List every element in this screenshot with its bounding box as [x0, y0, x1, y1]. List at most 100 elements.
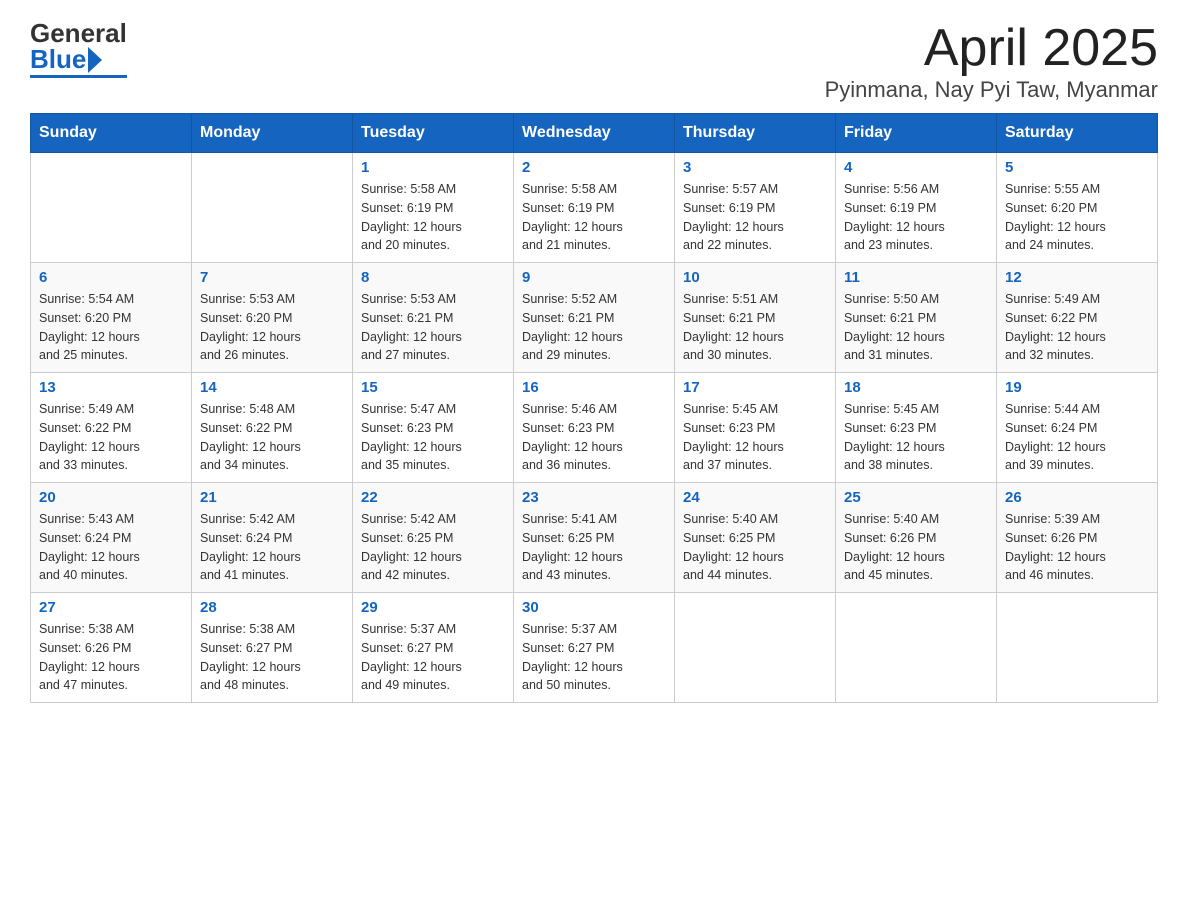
- logo-blue-text: Blue: [30, 46, 86, 72]
- day-number: 29: [361, 599, 505, 616]
- day-info: Sunrise: 5:57 AMSunset: 6:19 PMDaylight:…: [683, 180, 827, 255]
- calendar-cell: 3 Sunrise: 5:57 AMSunset: 6:19 PMDaylight…: [675, 153, 836, 263]
- day-number: 3: [683, 159, 827, 176]
- day-number: 17: [683, 379, 827, 396]
- header-cell-thursday: Thursday: [675, 114, 836, 153]
- day-info: Sunrise: 5:37 AMSunset: 6:27 PMDaylight:…: [361, 620, 505, 695]
- day-info: Sunrise: 5:38 AMSunset: 6:27 PMDaylight:…: [200, 620, 344, 695]
- calendar-cell: [192, 153, 353, 263]
- calendar-cell: 7Sunrise: 5:53 AMSunset: 6:20 PMDaylight…: [192, 263, 353, 373]
- calendar-cell: 17 Sunrise: 5:45 AMSunset: 6:23 PMDayligh…: [675, 373, 836, 483]
- header-cell-wednesday: Wednesday: [514, 114, 675, 153]
- day-number: 19: [1005, 379, 1149, 396]
- logo: General Blue: [30, 20, 127, 78]
- day-info: Sunrise: 5:48 AMSunset: 6:22 PMDaylight:…: [200, 400, 344, 475]
- day-number: 8: [361, 269, 505, 286]
- day-number: 16: [522, 379, 666, 396]
- calendar-cell: 15Sunrise: 5:47 AMSunset: 6:23 PMDayligh…: [353, 373, 514, 483]
- day-number: 4: [844, 159, 988, 176]
- calendar-cell: 9 Sunrise: 5:52 AMSunset: 6:21 PMDaylight…: [514, 263, 675, 373]
- day-info: Sunrise: 5:45 AMSunset: 6:23 PMDaylight:…: [844, 400, 988, 475]
- calendar-cell: 8 Sunrise: 5:53 AMSunset: 6:21 PMDaylight…: [353, 263, 514, 373]
- week-row-1: 1 Sunrise: 5:58 AMSunset: 6:19 PMDaylight…: [31, 153, 1158, 263]
- title-block: April 2025 Pyinmana, Nay Pyi Taw, Myanma…: [825, 20, 1158, 103]
- calendar-cell: [31, 153, 192, 263]
- calendar-cell: 26 Sunrise: 5:39 AMSunset: 6:26 PMDayligh…: [997, 483, 1158, 593]
- calendar-cell: [836, 593, 997, 703]
- calendar-cell: 11Sunrise: 5:50 AMSunset: 6:21 PMDayligh…: [836, 263, 997, 373]
- calendar-cell: 13 Sunrise: 5:49 AMSunset: 6:22 PMDayligh…: [31, 373, 192, 483]
- calendar-subtitle: Pyinmana, Nay Pyi Taw, Myanmar: [825, 77, 1158, 103]
- header-cell-saturday: Saturday: [997, 114, 1158, 153]
- day-info: Sunrise: 5:39 AMSunset: 6:26 PMDaylight:…: [1005, 510, 1149, 585]
- day-number: 9: [522, 269, 666, 286]
- day-number: 1: [361, 159, 505, 176]
- header-cell-tuesday: Tuesday: [353, 114, 514, 153]
- calendar-cell: 28 Sunrise: 5:38 AMSunset: 6:27 PMDayligh…: [192, 593, 353, 703]
- calendar-cell: 24Sunrise: 5:40 AMSunset: 6:25 PMDayligh…: [675, 483, 836, 593]
- week-row-5: 27 Sunrise: 5:38 AMSunset: 6:26 PMDayligh…: [31, 593, 1158, 703]
- calendar-cell: 14Sunrise: 5:48 AMSunset: 6:22 PMDayligh…: [192, 373, 353, 483]
- day-info: Sunrise: 5:49 AMSunset: 6:22 PMDaylight:…: [1005, 290, 1149, 365]
- logo-underline: [30, 75, 127, 78]
- calendar-cell: 27 Sunrise: 5:38 AMSunset: 6:26 PMDayligh…: [31, 593, 192, 703]
- week-row-4: 20Sunrise: 5:43 AMSunset: 6:24 PMDayligh…: [31, 483, 1158, 593]
- day-info: Sunrise: 5:40 AMSunset: 6:26 PMDaylight:…: [844, 510, 988, 585]
- calendar-cell: 18 Sunrise: 5:45 AMSunset: 6:23 PMDayligh…: [836, 373, 997, 483]
- day-number: 28: [200, 599, 344, 616]
- day-number: 15: [361, 379, 505, 396]
- day-info: Sunrise: 5:58 AMSunset: 6:19 PMDaylight:…: [361, 180, 505, 255]
- calendar-cell: 21 Sunrise: 5:42 AMSunset: 6:24 PMDayligh…: [192, 483, 353, 593]
- calendar-table: SundayMondayTuesdayWednesdayThursdayFrid…: [30, 113, 1158, 703]
- calendar-cell: 22Sunrise: 5:42 AMSunset: 6:25 PMDayligh…: [353, 483, 514, 593]
- day-info: Sunrise: 5:45 AMSunset: 6:23 PMDaylight:…: [683, 400, 827, 475]
- day-info: Sunrise: 5:54 AMSunset: 6:20 PMDaylight:…: [39, 290, 183, 365]
- calendar-cell: 1 Sunrise: 5:58 AMSunset: 6:19 PMDaylight…: [353, 153, 514, 263]
- day-number: 26: [1005, 489, 1149, 506]
- calendar-cell: 4 Sunrise: 5:56 AMSunset: 6:19 PMDaylight…: [836, 153, 997, 263]
- day-number: 30: [522, 599, 666, 616]
- day-number: 13: [39, 379, 183, 396]
- day-number: 12: [1005, 269, 1149, 286]
- calendar-cell: [675, 593, 836, 703]
- logo-general-text: General: [30, 20, 127, 46]
- day-number: 23: [522, 489, 666, 506]
- day-number: 2: [522, 159, 666, 176]
- calendar-cell: 29 Sunrise: 5:37 AMSunset: 6:27 PMDayligh…: [353, 593, 514, 703]
- day-info: Sunrise: 5:50 AMSunset: 6:21 PMDaylight:…: [844, 290, 988, 365]
- calendar-cell: 5Sunrise: 5:55 AMSunset: 6:20 PMDaylight…: [997, 153, 1158, 263]
- calendar-cell: 6 Sunrise: 5:54 AMSunset: 6:20 PMDaylight…: [31, 263, 192, 373]
- day-info: Sunrise: 5:44 AMSunset: 6:24 PMDaylight:…: [1005, 400, 1149, 475]
- header-cell-sunday: Sunday: [31, 114, 192, 153]
- day-number: 10: [683, 269, 827, 286]
- day-info: Sunrise: 5:42 AMSunset: 6:25 PMDaylight:…: [361, 510, 505, 585]
- day-info: Sunrise: 5:51 AMSunset: 6:21 PMDaylight:…: [683, 290, 827, 365]
- week-row-3: 13 Sunrise: 5:49 AMSunset: 6:22 PMDayligh…: [31, 373, 1158, 483]
- day-info: Sunrise: 5:43 AMSunset: 6:24 PMDaylight:…: [39, 510, 183, 585]
- calendar-cell: 25Sunrise: 5:40 AMSunset: 6:26 PMDayligh…: [836, 483, 997, 593]
- day-info: Sunrise: 5:56 AMSunset: 6:19 PMDaylight:…: [844, 180, 988, 255]
- day-info: Sunrise: 5:37 AMSunset: 6:27 PMDaylight:…: [522, 620, 666, 695]
- day-info: Sunrise: 5:38 AMSunset: 6:26 PMDaylight:…: [39, 620, 183, 695]
- day-info: Sunrise: 5:53 AMSunset: 6:21 PMDaylight:…: [361, 290, 505, 365]
- page-header: General Blue April 2025 Pyinmana, Nay Py…: [30, 20, 1158, 103]
- day-info: Sunrise: 5:58 AMSunset: 6:19 PMDaylight:…: [522, 180, 666, 255]
- calendar-cell: 10 Sunrise: 5:51 AMSunset: 6:21 PMDayligh…: [675, 263, 836, 373]
- day-info: Sunrise: 5:49 AMSunset: 6:22 PMDaylight:…: [39, 400, 183, 475]
- day-info: Sunrise: 5:55 AMSunset: 6:20 PMDaylight:…: [1005, 180, 1149, 255]
- calendar-title: April 2025: [825, 20, 1158, 77]
- day-number: 27: [39, 599, 183, 616]
- day-info: Sunrise: 5:52 AMSunset: 6:21 PMDaylight:…: [522, 290, 666, 365]
- calendar-cell: 2 Sunrise: 5:58 AMSunset: 6:19 PMDaylight…: [514, 153, 675, 263]
- calendar-cell: 16 Sunrise: 5:46 AMSunset: 6:23 PMDayligh…: [514, 373, 675, 483]
- logo-name: General Blue: [30, 20, 127, 78]
- day-info: Sunrise: 5:46 AMSunset: 6:23 PMDaylight:…: [522, 400, 666, 475]
- day-number: 6: [39, 269, 183, 286]
- logo-chevron-icon: [88, 47, 102, 73]
- header-cell-monday: Monday: [192, 114, 353, 153]
- day-number: 18: [844, 379, 988, 396]
- calendar-cell: 12 Sunrise: 5:49 AMSunset: 6:22 PMDayligh…: [997, 263, 1158, 373]
- day-info: Sunrise: 5:42 AMSunset: 6:24 PMDaylight:…: [200, 510, 344, 585]
- day-number: 21: [200, 489, 344, 506]
- calendar-cell: 19 Sunrise: 5:44 AMSunset: 6:24 PMDayligh…: [997, 373, 1158, 483]
